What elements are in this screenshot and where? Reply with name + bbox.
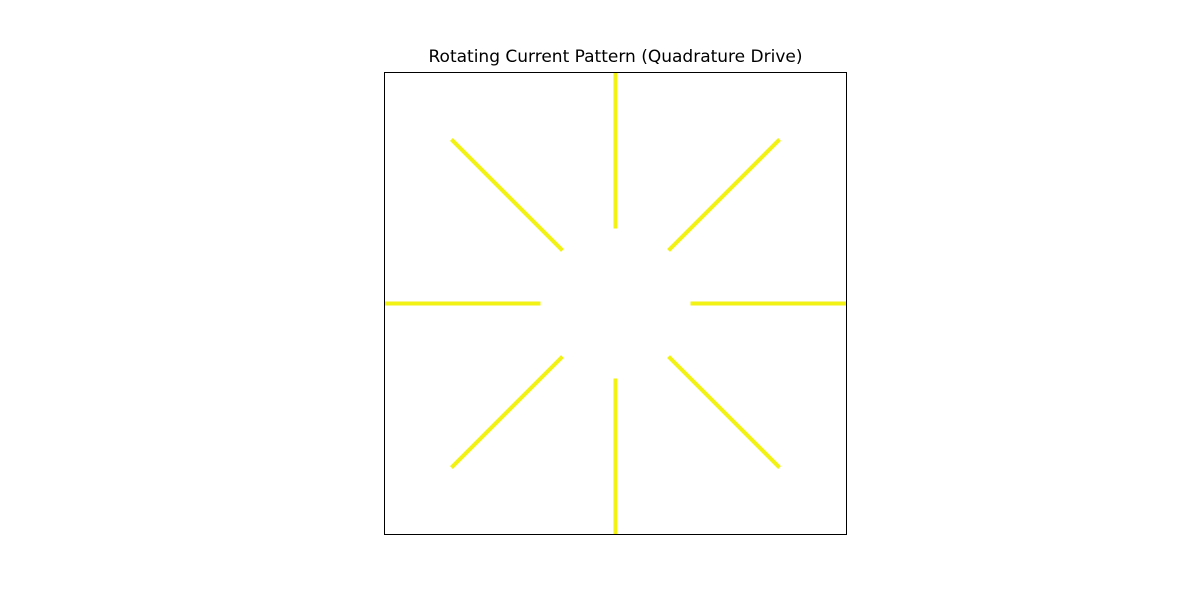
current-pattern-plot [385, 73, 846, 534]
spoke-southeast [667, 355, 781, 469]
spoke-northeast [667, 138, 781, 252]
spoke-southwest [450, 355, 564, 469]
figure-canvas: Rotating Current Pattern (Quadrature Dri… [0, 0, 1200, 600]
spoke-northwest [450, 138, 564, 252]
plot-frame [384, 72, 847, 535]
figure-title: Rotating Current Pattern (Quadrature Dri… [428, 47, 803, 67]
